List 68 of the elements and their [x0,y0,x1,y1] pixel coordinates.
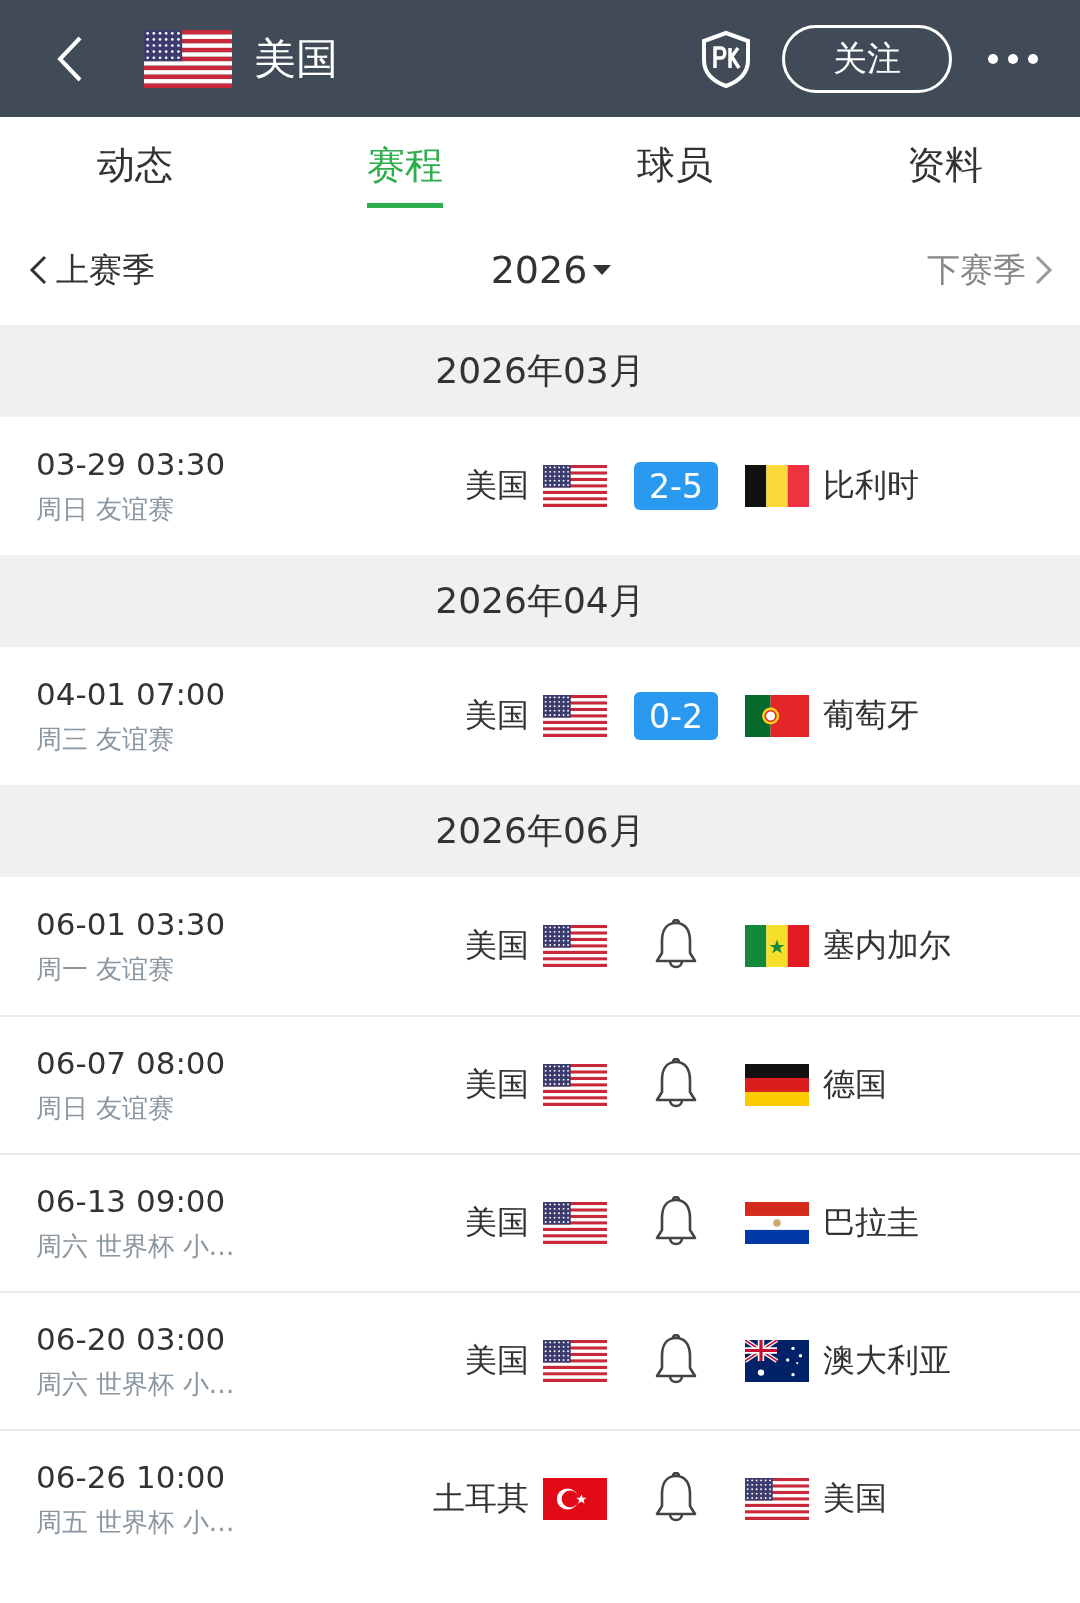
match-time: 06-20 03:00 [36,1320,227,1357]
month-header: 2026年03月 [0,325,1080,417]
match-time: 04-01 07:00 [36,675,227,712]
flag-icon [144,29,232,88]
caret-icon [593,265,612,275]
match-info: 周三 友谊赛 [36,722,176,756]
team-name: 美国 [465,925,529,966]
match-time: 06-01 03:30 [36,905,227,942]
flag-icon [745,465,809,507]
flag-icon [543,1478,607,1520]
flag-icon [745,1202,809,1244]
match-info: 周六 世界杯 小… [36,1229,236,1263]
flag-icon [745,1064,809,1106]
previous-season-button[interactable]: 上赛季 [28,247,155,293]
tab[interactable]: 球员 [637,120,713,208]
score-badge: 0-2 [634,692,718,740]
flag-icon [745,695,809,737]
team-name: 美国 [465,695,529,736]
tab[interactable]: 资料 [907,120,983,208]
follow-button[interactable]: 关注 [782,24,952,93]
team-name: 美国 [823,1478,887,1519]
chevron-right-icon [1034,254,1054,286]
more-icon[interactable] [986,51,1040,66]
team-name: 美国 [465,465,529,506]
pk-shield-icon[interactable] [700,29,752,88]
team-name: 塞内加尔 [823,925,951,966]
flag-icon [543,465,607,507]
team-name: 葡萄牙 [823,695,919,736]
flag-icon [745,1478,809,1520]
team-name: 土耳其 [433,1478,529,1519]
match-info: 周日 友谊赛 [36,492,176,526]
match-time: 03-29 03:30 [36,445,227,482]
score-badge: 2-5 [634,462,718,510]
match-row[interactable]: 06-26 10:00 周五 世界杯 小… 土耳其 美国 [0,1429,1080,1567]
chevron-left-icon [28,254,48,286]
flag-icon [543,695,607,737]
match-row[interactable]: 06-01 03:30 周一 友谊赛 美国 塞内加尔 [0,877,1080,1015]
match-row[interactable]: 06-13 09:00 周六 世界杯 小… 美国 巴拉圭 [0,1153,1080,1291]
match-row[interactable]: 04-01 07:00 周三 友谊赛 美国 0-2 葡萄牙 [0,647,1080,785]
tab[interactable]: 动态 [97,120,173,208]
match-info: 周日 友谊赛 [36,1091,176,1125]
team-name: 比利时 [823,465,919,506]
next-season-button[interactable]: 下赛季 [927,247,1054,293]
match-time: 06-26 10:00 [36,1458,227,1495]
team-name: 美国 [465,1340,529,1381]
team-name: 澳大利亚 [823,1340,951,1381]
match-row[interactable]: 06-07 08:00 周日 友谊赛 美国 德国 [0,1015,1080,1153]
month-header: 2026年06月 [0,785,1080,877]
flag-icon [745,925,809,967]
flag-icon [543,1064,607,1106]
page-title: 美国 [254,32,339,85]
match-time: 06-13 09:00 [36,1182,227,1219]
team-name: 美国 [465,1064,529,1105]
match-info: 周六 世界杯 小… [36,1367,236,1401]
month-header: 2026年04月 [0,555,1080,647]
match-info: 周五 世界杯 小… [36,1505,236,1539]
team-name: 巴拉圭 [823,1202,919,1243]
flag-icon [543,1340,607,1382]
flag-icon [543,925,607,967]
year-dropdown[interactable]: 2026 [490,248,612,292]
match-row[interactable]: 03-29 03:30 周日 友谊赛 美国 2-5 比利时 [0,417,1080,555]
team-name: 美国 [465,1202,529,1243]
match-row[interactable]: 06-20 03:00 周六 世界杯 小… 美国 澳大利亚 [0,1291,1080,1429]
flag-icon [745,1340,809,1382]
flag-icon [543,1202,607,1244]
match-info: 周一 友谊赛 [36,952,176,986]
match-time: 06-07 08:00 [36,1044,227,1081]
team-name: 德国 [823,1064,887,1105]
